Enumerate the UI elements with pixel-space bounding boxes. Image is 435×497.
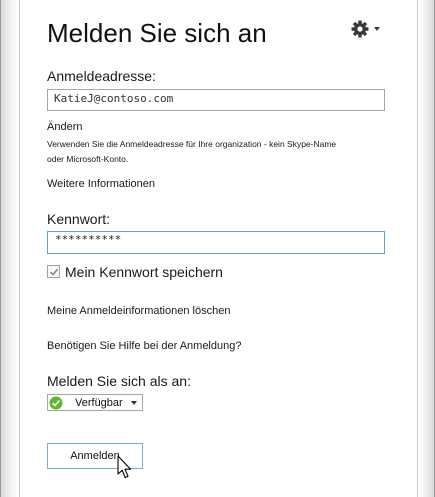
signin-help-link[interactable]: Benötigen Sie Hilfe bei der Anmeldung? xyxy=(47,340,241,352)
left-shadow xyxy=(1,0,19,497)
password-label: Kennwort: xyxy=(47,211,111,227)
signin-address-input[interactable]: KatieJ@contoso.com xyxy=(47,89,385,111)
gear-icon xyxy=(350,19,370,39)
remember-password-checkbox[interactable] xyxy=(47,265,60,278)
more-info-link[interactable]: Weitere Informationen xyxy=(47,178,155,190)
remember-password-label[interactable]: Mein Kennwort speichern xyxy=(65,264,223,280)
mouse-pointer-icon xyxy=(117,455,132,479)
signin-as-label: Melden Sie sich als an: xyxy=(47,373,191,389)
address-hint-line2: oder Microsoft-Konto. xyxy=(47,154,129,164)
chevron-down-icon xyxy=(131,400,137,405)
settings-menu-button[interactable] xyxy=(350,19,384,39)
available-presence-icon xyxy=(49,396,63,409)
chevron-down-icon xyxy=(374,27,380,31)
page-title: Melden Sie sich an xyxy=(47,18,267,48)
password-input[interactable]: ********** xyxy=(47,231,385,254)
presence-status-value: Verfügbar xyxy=(75,396,123,409)
address-label: Anmeldeadresse: xyxy=(47,68,156,84)
presence-status-select[interactable]: Verfügbar xyxy=(47,394,143,411)
address-hint-line1: Verwenden Sie die Anmeldeadresse für Ihr… xyxy=(47,139,337,149)
delete-signin-info-link[interactable]: Meine Anmeldeinformationen löschen xyxy=(47,305,230,317)
change-address-link[interactable]: Ändern xyxy=(47,121,82,133)
right-shadow xyxy=(416,0,434,497)
checkmark-icon xyxy=(49,268,58,276)
